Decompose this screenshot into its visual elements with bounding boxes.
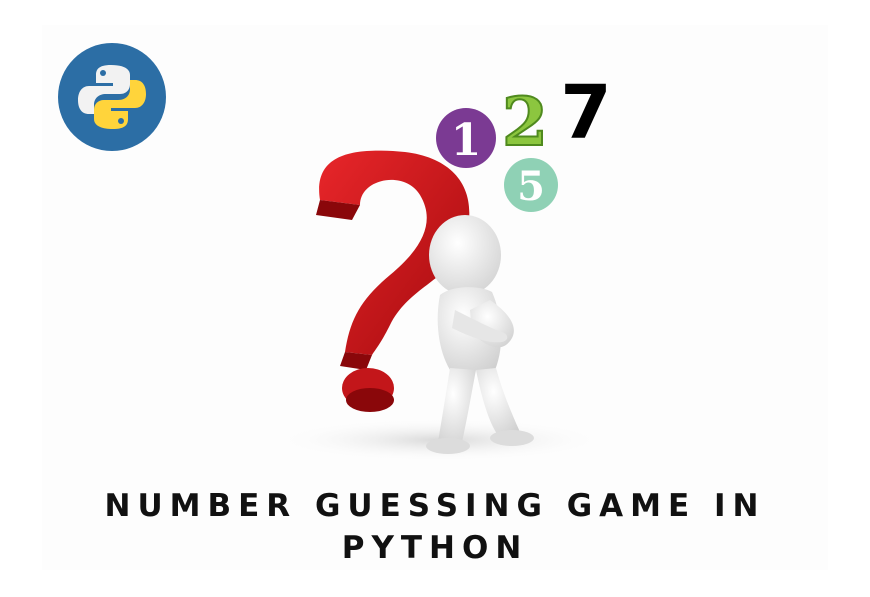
digit-two: 2: [502, 83, 548, 161]
thinking-figure-illustration: 1 2 5 7: [270, 70, 612, 462]
digit-two-badge: 2: [501, 82, 549, 162]
digit-five-badge: 5: [504, 158, 558, 212]
title-line-1: NUMBER GUESSING GAME IN: [104, 488, 766, 524]
digit-one: 1: [451, 115, 482, 166]
digit-one-badge: 1: [436, 108, 496, 168]
page: 1 2 5 7 NUMBER GUESSING GAME IN PYTHON: [0, 0, 870, 597]
page-title: NUMBER GUESSING GAME IN PYTHON: [0, 485, 870, 569]
digit-seven-badge: 7: [560, 70, 612, 156]
digit-seven: 7: [560, 70, 612, 156]
thinking-person-figure: [426, 215, 534, 454]
python-logo-icon: [58, 43, 166, 151]
title-line-2: PYTHON: [341, 530, 529, 566]
digit-five: 5: [517, 163, 545, 210]
